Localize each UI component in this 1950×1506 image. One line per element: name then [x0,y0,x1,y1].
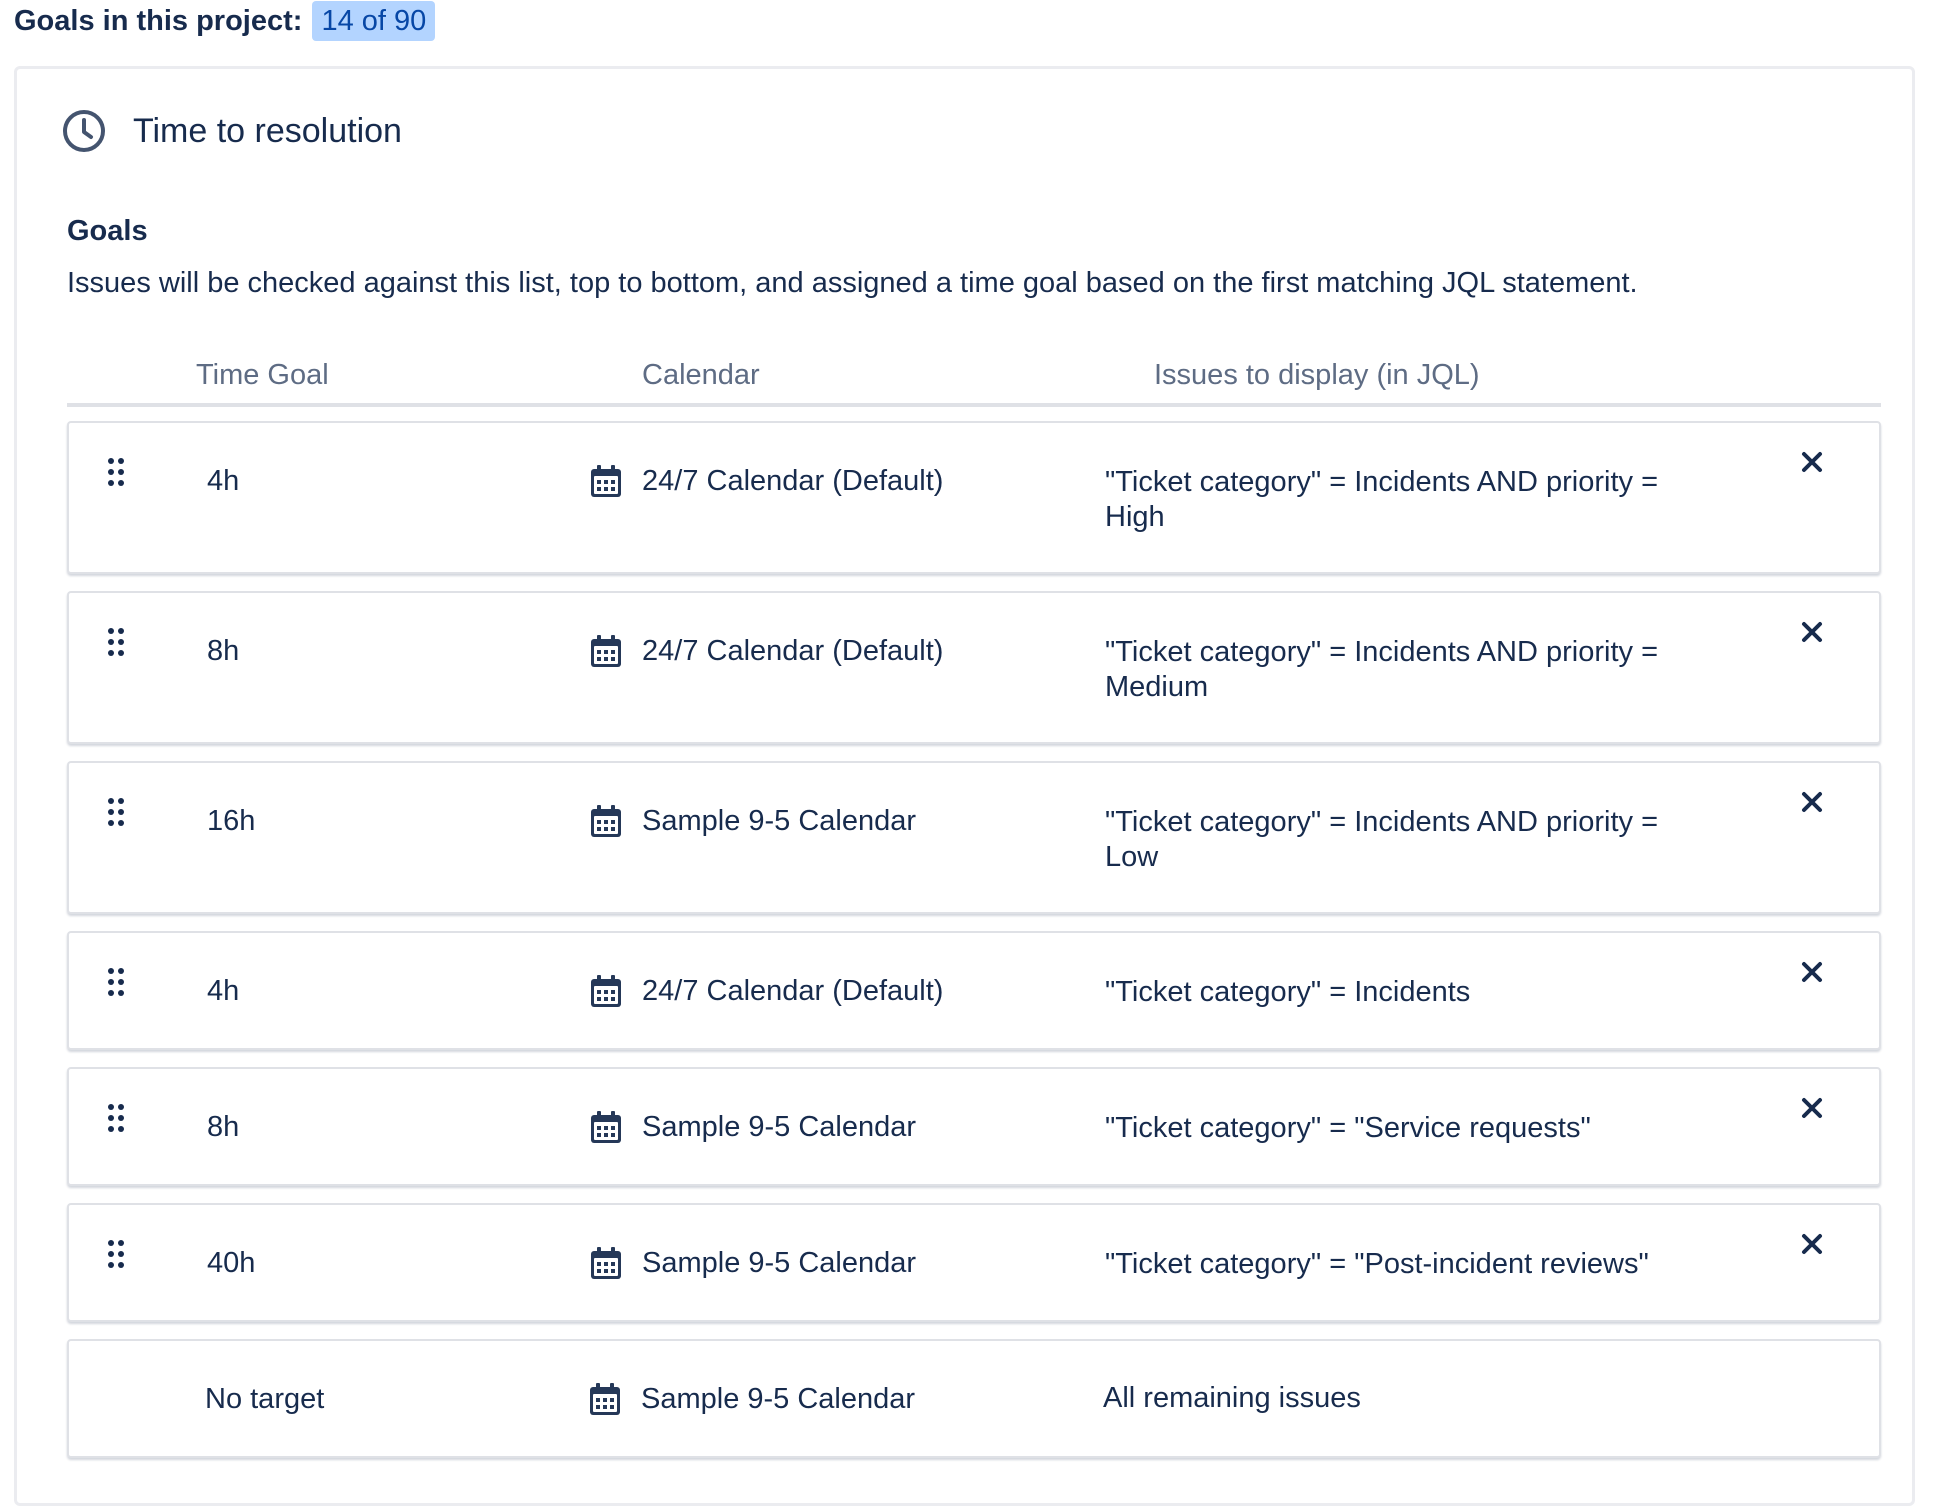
calendar-value[interactable]: 24/7 Calendar (Default) [642,635,943,668]
calendar-icon [588,1109,624,1145]
goal-row[interactable]: 16h Sample 9-5 Calendar "Ticket category" … [67,761,1881,914]
goals-heading: Goals [67,215,148,247]
project-goals-summary: Goals in this project: 14 of 90 [14,0,436,42]
time-goal-value[interactable]: 40h [207,1247,255,1280]
remove-goal-icon[interactable] [1797,1229,1827,1259]
calendar-icon [588,463,624,499]
time-goal-value[interactable]: 16h [207,805,255,838]
goals-table-body: 4h 24/7 Calendar (Default) "Ticket categor… [67,421,1881,1475]
jql-value[interactable]: "Ticket category" = Incidents AND priori… [1105,635,1705,705]
remove-goal-icon[interactable] [1797,617,1827,647]
goal-row[interactable]: 40h Sample 9-5 Calendar "Ticket category" … [67,1203,1881,1322]
calendar-value[interactable]: Sample 9-5 Calendar [641,1383,915,1416]
jql-value[interactable]: "Ticket category" = "Post-incident revie… [1105,1247,1705,1282]
time-goal-value[interactable]: 8h [207,635,239,668]
remove-goal-icon[interactable] [1797,787,1827,817]
goals-description: Issues will be checked against this list… [67,267,1638,299]
calendar-icon [588,803,624,839]
calendar-icon [587,1381,623,1417]
panel-header: Time to resolution [61,105,402,157]
calendar-value[interactable]: Sample 9-5 Calendar [642,1111,916,1144]
time-goal-value[interactable]: No target [205,1383,324,1416]
jql-value[interactable]: "Ticket category" = Incidents [1105,975,1705,1010]
header-jql: Issues to display (in JQL) [1154,359,1480,391]
calendar-value[interactable]: 24/7 Calendar (Default) [642,975,943,1008]
calendar-icon [588,973,624,1009]
calendar-value[interactable]: Sample 9-5 Calendar [642,1247,916,1280]
panel-title: Time to resolution [133,111,402,150]
calendar-value[interactable]: 24/7 Calendar (Default) [642,465,943,498]
time-goal-value[interactable]: 8h [207,1111,239,1144]
goal-row[interactable]: 8h 24/7 Calendar (Default) "Ticket categor… [67,591,1881,744]
calendar-value[interactable]: Sample 9-5 Calendar [642,805,916,838]
remove-goal-icon[interactable] [1797,1093,1827,1123]
jql-value[interactable]: All remaining issues [1103,1381,1703,1416]
drag-handle-icon[interactable] [107,1239,125,1269]
clock-icon [63,110,105,152]
time-goal-value[interactable]: 4h [207,975,239,1008]
jql-value[interactable]: "Ticket category" = "Service requests" [1105,1111,1705,1146]
remove-goal-icon[interactable] [1797,957,1827,987]
goal-row[interactable]: No target Sample 9-5 Calendar All remainin… [67,1339,1881,1458]
calendar-icon [588,633,624,669]
time-to-resolution-panel: Time to resolution Goals Issues will be … [14,66,1915,1506]
drag-handle-icon[interactable] [107,457,125,487]
jql-value[interactable]: "Ticket category" = Incidents AND priori… [1105,465,1705,535]
jql-value[interactable]: "Ticket category" = Incidents AND priori… [1105,805,1705,875]
calendar-icon [588,1245,624,1281]
drag-handle-icon[interactable] [107,967,125,997]
time-goal-value[interactable]: 4h [207,465,239,498]
remove-goal-icon[interactable] [1797,447,1827,477]
goals-table-header: Time Goal Calendar Issues to display (in… [67,351,1881,407]
project-goals-label: Goals in this project: [14,4,303,37]
header-time-goal: Time Goal [196,359,329,391]
goal-row[interactable]: 4h 24/7 Calendar (Default) "Ticket categor… [67,421,1881,574]
drag-handle-icon[interactable] [107,627,125,657]
drag-handle-icon[interactable] [107,797,125,827]
drag-handle-icon[interactable] [107,1103,125,1133]
goal-row[interactable]: 8h Sample 9-5 Calendar "Ticket category" =… [67,1067,1881,1186]
goals-count-lozenge: 14 of 90 [312,1,436,41]
goal-row[interactable]: 4h 24/7 Calendar (Default) "Ticket categor… [67,931,1881,1050]
header-calendar: Calendar [642,359,760,391]
